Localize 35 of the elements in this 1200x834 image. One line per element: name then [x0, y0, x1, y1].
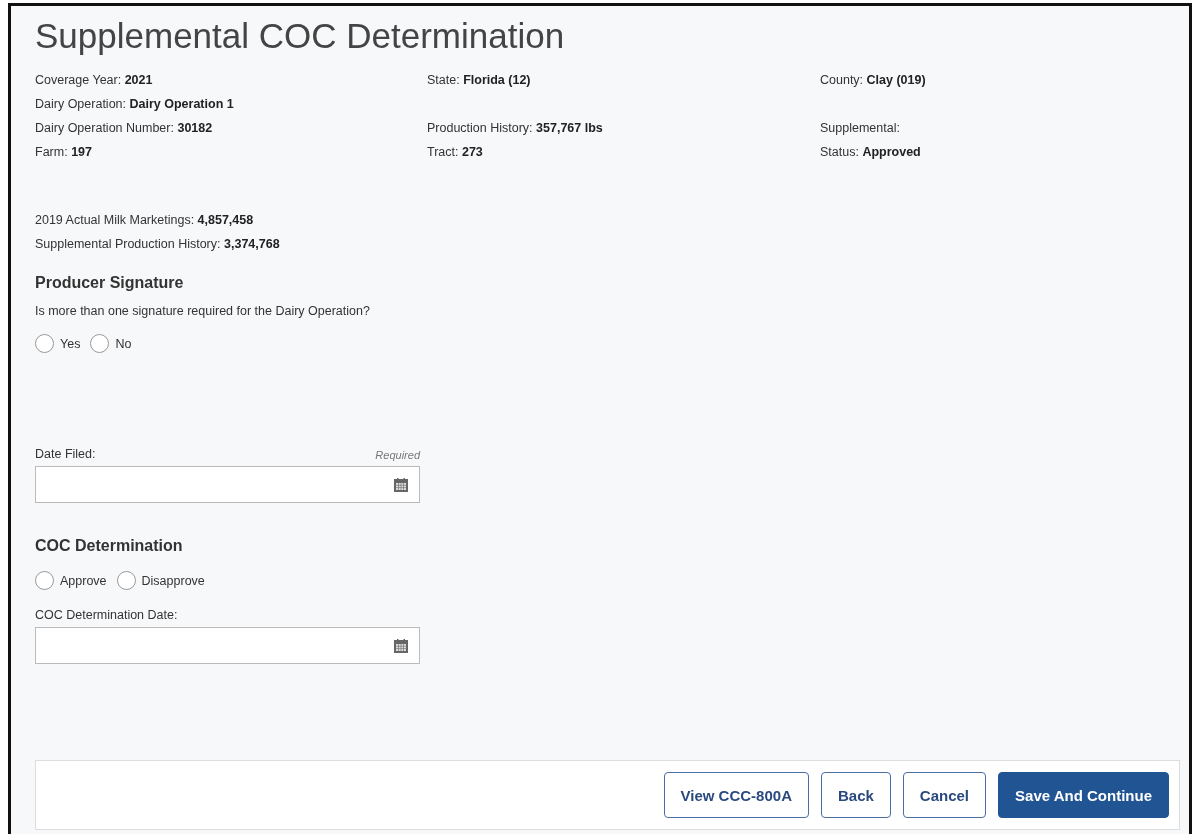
radio-button[interactable] [90, 334, 110, 353]
section-heading: Producer Signature [35, 274, 185, 292]
detail-text: Coverage Year: 2021 [35, 73, 154, 87]
date-field[interactable] [35, 466, 420, 503]
detail-text: Farm: 197 [35, 145, 93, 159]
action-button[interactable]: View CCC-800A [663, 772, 809, 818]
radio-button[interactable] [35, 334, 54, 353]
radio-button[interactable] [116, 571, 136, 590]
section-heading: COC Determination [35, 537, 184, 555]
action-button[interactable]: Cancel [902, 772, 987, 818]
calendar-icon[interactable] [393, 476, 409, 493]
detail-text: Tract: 273 [427, 145, 484, 159]
calendar-icon[interactable] [393, 637, 409, 654]
radio-label[interactable]: Disapprove [141, 573, 205, 588]
date-field[interactable] [35, 627, 420, 664]
field-label: Date Filed: [35, 447, 96, 461]
action-button[interactable]: Back [820, 772, 891, 818]
detail-text: Status: Approved [820, 145, 922, 159]
detail-text: County: Clay (019) [820, 73, 927, 87]
field-label: COC Determination Date: [35, 608, 178, 622]
radio-button[interactable] [35, 571, 54, 590]
radio-label[interactable]: No [115, 336, 132, 351]
question-text: Is more than one signature required for the Dairy Operation? [35, 304, 371, 318]
detail-text: Production History: 357,767 lbs [427, 121, 604, 135]
page-title: Supplemental COC Determination [35, 15, 566, 57]
detail-text: 2019 Actual Milk Marketings: 4,857,458 [35, 212, 255, 229]
required-note: Required [375, 449, 420, 461]
detail-text: Supplemental Production History: 3,374,768 [35, 236, 281, 253]
detail-text: Supplemental: [820, 121, 901, 135]
detail-text: Dairy Operation Number: 30182 [35, 121, 214, 135]
action-button[interactable]: Save And Continue [998, 772, 1169, 818]
radio-label[interactable]: Yes [60, 336, 81, 351]
radio-label[interactable]: Approve [60, 573, 107, 588]
detail-text: State: Florida (12) [427, 73, 532, 87]
detail-text: Dairy Operation: Dairy Operation 1 [35, 97, 235, 111]
